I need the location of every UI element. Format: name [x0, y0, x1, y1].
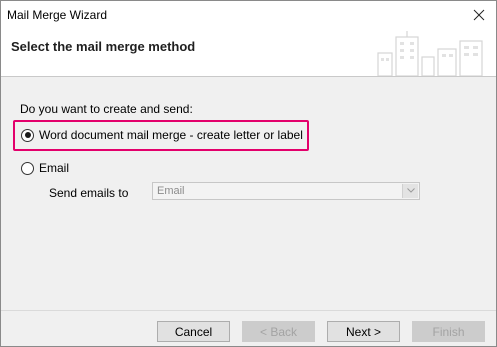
method-question: Do you want to create and send: — [20, 102, 193, 116]
wizard-footer: Cancel < Back Next > Finish — [1, 310, 496, 346]
page-title: Select the mail merge method — [11, 39, 196, 54]
close-icon — [473, 9, 485, 21]
cancel-button[interactable]: Cancel — [157, 321, 230, 342]
wizard-header: Select the mail merge method — [1, 29, 496, 77]
send-emails-value: Email — [157, 185, 185, 197]
chevron-down-icon — [406, 188, 415, 193]
back-button[interactable]: < Back — [242, 321, 315, 342]
send-emails-label: Send emails to — [49, 186, 129, 200]
email-radio[interactable] — [21, 161, 34, 175]
email-option[interactable]: Email — [21, 161, 69, 175]
send-emails-select[interactable]: Email — [152, 182, 420, 200]
dropdown-button[interactable] — [402, 184, 418, 198]
close-button[interactable] — [468, 5, 490, 25]
window-title: Mail Merge Wizard — [7, 8, 108, 22]
word-merge-radio[interactable] — [21, 128, 34, 142]
next-button[interactable]: Next > — [327, 321, 400, 342]
mail-merge-wizard-window: Mail Merge Wizard Select the mail merge … — [0, 0, 497, 347]
word-merge-label: Word document mail merge - create letter… — [39, 128, 303, 142]
finish-button[interactable]: Finish — [412, 321, 485, 342]
word-merge-option[interactable]: Word document mail merge - create letter… — [21, 128, 303, 142]
city-buildings-icon — [377, 31, 483, 76]
title-bar: Mail Merge Wizard — [1, 1, 496, 29]
email-label: Email — [39, 161, 70, 175]
